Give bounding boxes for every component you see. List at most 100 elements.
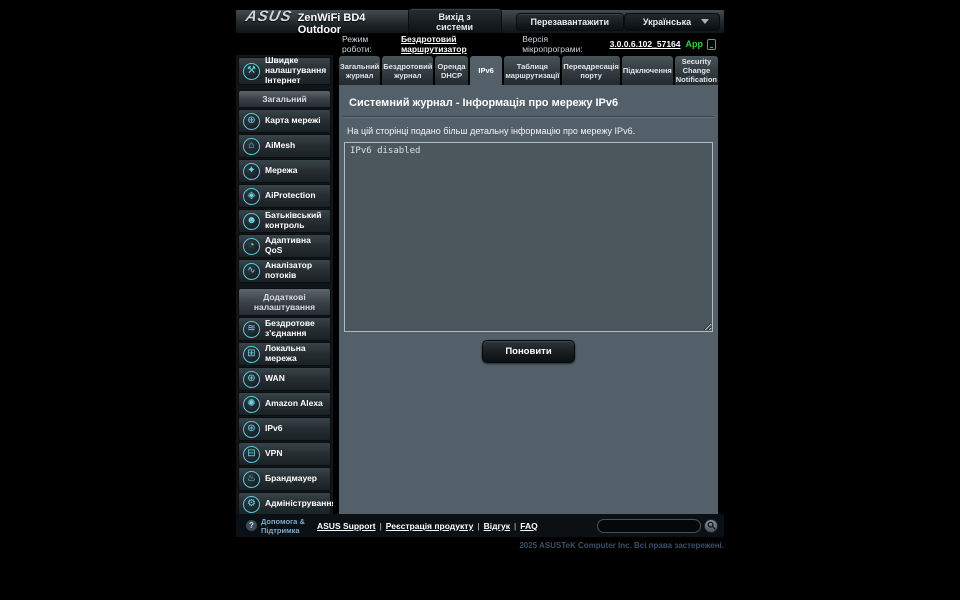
sidebar-item-label: Карта мережі (265, 115, 321, 126)
ipv6-globe-icon: ⊛ (243, 420, 260, 438)
quick-setup-icon: ⚒ (243, 62, 260, 80)
chevron-down-icon (701, 19, 710, 24)
mode-bar: Режим роботи: Бездротовий маршрутизатор … (236, 33, 724, 55)
asus-support-link[interactable]: ASUS Support (317, 521, 376, 531)
help-label: Допомога & Підтримка (261, 516, 305, 535)
top-header: ASUS ZenWiFi BD4 Outdoor Вихід з системи… (236, 7, 724, 36)
sidebar-item-aiprotection[interactable]: ◈ AiProtection (238, 184, 331, 208)
search-icon (707, 521, 716, 530)
brand: ASUS ZenWiFi BD4 Outdoor (240, 8, 394, 36)
sidebar-item-lan[interactable]: ⊞ Локальна мережа (238, 342, 331, 366)
traffic-analyzer-icon: ∿ (243, 262, 260, 280)
sidebar-item-ipv6[interactable]: ⊛ IPv6 (238, 417, 331, 441)
logout-button[interactable]: Вихід з системи (407, 7, 502, 36)
sidebar-item-label: Брандмауер (265, 473, 317, 484)
sidebar-item-quick-setup[interactable]: ⚒ Швидке налаштування Інтернет (238, 55, 331, 85)
tab-security-change-notification[interactable]: Security Change Notification (674, 56, 718, 85)
sidebar-item-label: AiMesh (265, 140, 296, 151)
tab-connections[interactable]: Підключення (621, 56, 673, 85)
sidebar-item-label: WAN (265, 373, 285, 384)
language-label: Українська (642, 16, 692, 27)
search-button[interactable] (704, 518, 718, 533)
app-label: App (685, 39, 704, 49)
help-icon: ? (246, 520, 257, 531)
phone-app-icon (707, 38, 716, 50)
sidebar-item-label: Аналізатор потоків (265, 260, 313, 280)
help-support-link[interactable]: ? Допомога & Підтримка (246, 517, 307, 535)
tab-port-forwarding[interactable]: Переадресація порту (562, 56, 620, 85)
sidebar-item-label: Адаптивна QoS (265, 235, 311, 255)
tab-wireless-log[interactable]: Бездротовий журнал (382, 56, 434, 85)
sidebar-item-label: Amazon Alexa (265, 398, 323, 409)
firmware-link[interactable]: 3.0.0.6.102_57164 (610, 39, 681, 49)
ipv6-log-textarea[interactable]: IPv6 disabled (344, 142, 713, 332)
sidebar-item-network[interactable]: ✦ Мережа (238, 159, 331, 183)
gear-icon: ⚙ (243, 495, 260, 513)
sidebar: ⚒ Швидке налаштування Інтернет Загальний… (236, 55, 333, 514)
firmware-label: Версія мікропрограми: (522, 34, 583, 54)
app-link[interactable]: App (685, 38, 716, 50)
feedback-link[interactable]: Відгук (484, 521, 510, 531)
footer-links: ASUS Support | Реєстрація продукту | Від… (317, 521, 538, 531)
copyright-text: 2025 ASUSTeK Computer Inc. Всі права зас… (519, 541, 724, 550)
aimesh-icon: ⌂ (243, 137, 260, 155)
refresh-button[interactable]: Поновити (482, 340, 575, 363)
footer-search (597, 518, 718, 533)
tab-general-log[interactable]: Загальний журнал (339, 56, 381, 85)
wifi-icon: ≋ (243, 320, 260, 338)
content-panel: Системний журнал - Інформація про мережу… (339, 85, 718, 514)
network-map-icon: ⊕ (243, 112, 260, 130)
vpn-monitor-icon: ⊟ (243, 445, 260, 463)
button-row: Поновити (341, 332, 716, 369)
sidebar-item-label: VPN (265, 448, 283, 459)
sidebar-item-label: Мережа (265, 165, 298, 176)
reboot-button[interactable]: Перезавантажити (515, 12, 624, 31)
faq-link[interactable]: FAQ (520, 521, 537, 531)
sidebar-item-label: AiProtection (265, 190, 316, 201)
sidebar-item-network-map[interactable]: ⊕ Карта мережі (238, 109, 331, 133)
link-separator: | (379, 520, 382, 531)
sidebar-item-wan[interactable]: ⊕ WAN (238, 367, 331, 391)
mode-link[interactable]: Бездротовий маршрутизатор (401, 34, 517, 54)
lan-icon: ⊞ (243, 345, 260, 363)
sidebar-item-label: Бездротове з'єднання (265, 318, 315, 338)
footer: ? Допомога & Підтримка ASUS Support | Ре… (236, 514, 724, 537)
tab-ipv6[interactable]: IPv6 (469, 56, 503, 85)
sidebar-item-aimesh[interactable]: ⌂ AiMesh (238, 134, 331, 158)
sidebar-item-wireless[interactable]: ≋ Бездротове з'єднання (238, 317, 331, 341)
parental-controls-icon: ☻ (243, 212, 260, 230)
screen-background: ASUS ZenWiFi BD4 Outdoor Вихід з системи… (0, 0, 960, 600)
qos-gauge-icon: ◔ (243, 237, 260, 255)
log-tabs: Загальний журнал Бездротовий журнал Орен… (339, 56, 718, 85)
body: ⚒ Швидке налаштування Інтернет Загальний… (236, 55, 724, 514)
sidebar-item-label: Батьківський контроль (265, 210, 322, 230)
tab-dhcp-leases[interactable]: Оренда DHCP (435, 56, 468, 85)
sidebar-item-amazon-alexa[interactable]: ✺ Amazon Alexa (238, 392, 331, 416)
network-icon: ✦ (243, 162, 260, 180)
main-area: Загальний журнал Бездротовий журнал Орен… (339, 55, 718, 514)
link-separator: | (477, 520, 480, 531)
page-title: Системний журнал - Інформація про мережу… (343, 91, 714, 117)
page-description: На цій сторінці подано більш детальну ін… (347, 126, 636, 136)
sidebar-item-traffic-analyzer[interactable]: ∿ Аналізатор потоків (238, 259, 331, 283)
sidebar-item-parental-controls[interactable]: ☻ Батьківський контроль (238, 209, 331, 233)
wan-globe-icon: ⊕ (243, 370, 260, 388)
sidebar-item-administration[interactable]: ⚙ Адміністрування (238, 492, 333, 514)
content-filler (341, 369, 716, 514)
sidebar-item-label: Швидке налаштування Інтернет (265, 55, 327, 85)
firewall-flame-icon: ♨ (243, 470, 260, 488)
language-dropdown[interactable]: Українська (624, 12, 720, 31)
shield-icon: ◈ (243, 187, 260, 205)
link-separator: | (514, 520, 517, 531)
tab-routing-table[interactable]: Таблиця маршрутизації (504, 56, 561, 85)
sidebar-item-adaptive-qos[interactable]: ◔ Адаптивна QoS (238, 234, 331, 258)
sidebar-item-label: Локальна мережа (265, 343, 306, 363)
mode-label: Режим роботи: (342, 34, 372, 54)
search-input[interactable] (597, 518, 701, 533)
sidebar-item-firewall[interactable]: ♨ Брандмауер (238, 467, 331, 491)
sidebar-section-general: Загальний (238, 90, 331, 108)
sidebar-item-vpn[interactable]: ⊟ VPN (238, 442, 331, 466)
alexa-icon: ✺ (243, 395, 260, 413)
product-registration-link[interactable]: Реєстрація продукту (386, 521, 474, 531)
sidebar-item-label: IPv6 (265, 423, 283, 434)
